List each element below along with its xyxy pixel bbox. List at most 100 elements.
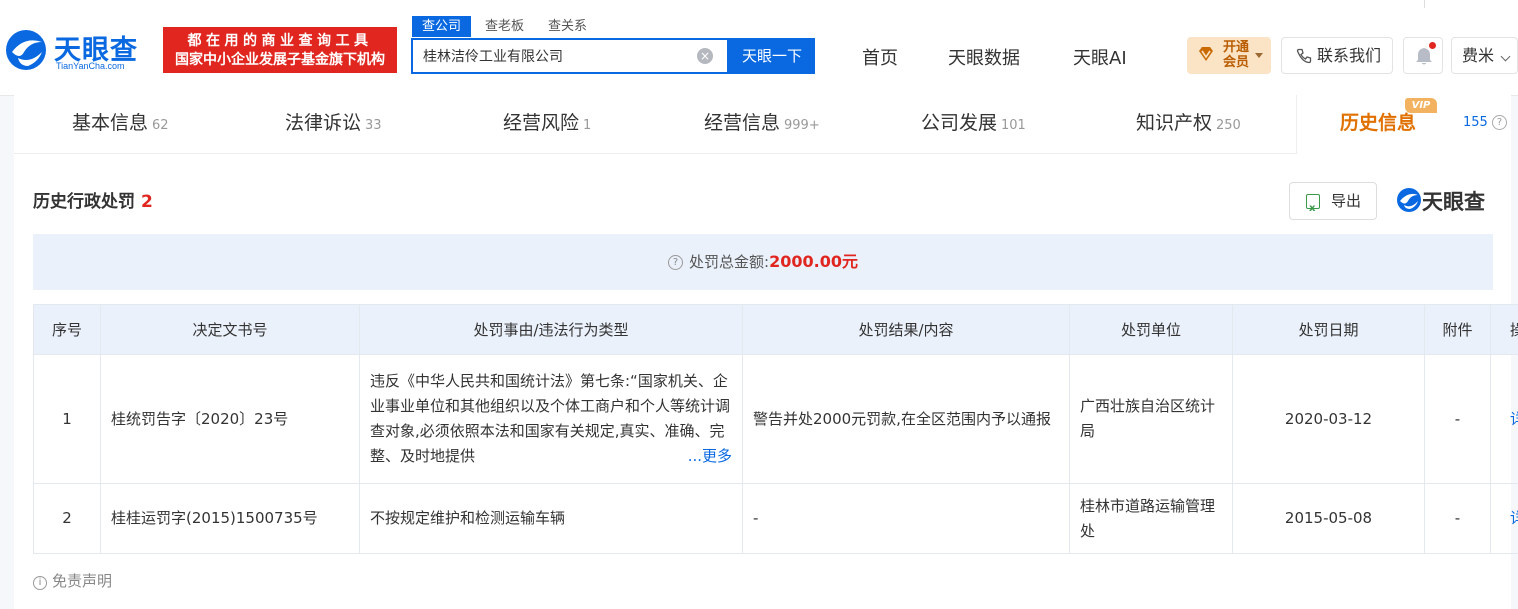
section-title-text: 历史行政处罚 (33, 192, 135, 212)
tab-label: 知识产权 (1136, 112, 1213, 134)
tab-label: 法律诉讼 (285, 112, 362, 134)
row-index: 2 (33, 483, 101, 554)
attachment: - (1424, 483, 1491, 554)
tab-label: 经营风险 (503, 112, 580, 134)
logo-mark-icon (1397, 188, 1421, 212)
column-header: 处罚结果/内容 (742, 304, 1070, 355)
user-menu[interactable]: 费米 (1451, 37, 1518, 74)
column-header: 处罚日期 (1232, 304, 1425, 355)
search-box: × (411, 38, 729, 74)
phone-icon (1296, 48, 1312, 64)
tab-count: 33 (365, 118, 382, 133)
search-button[interactable]: 天眼一下 (729, 38, 815, 74)
penalty-unit: 桂林市道路运输管理处 (1069, 483, 1233, 554)
promo-banner[interactable]: 都在用的商业查询工具 国家中小企业发展子基金旗下机构 (163, 27, 397, 73)
help-icon[interactable]: ? (668, 255, 684, 270)
doc-number: 桂桂运罚字(2015)1500735号 (100, 483, 360, 554)
search-tab-company[interactable]: 查公司 (412, 16, 472, 37)
user-name: 费米 (1462, 46, 1495, 65)
search-input[interactable] (413, 40, 683, 72)
column-header: 操作 (1490, 304, 1518, 355)
penalty-reason: 违反《中华人民共和国统计法》第七条:“国家机关、企业事业单位和其他组织以及个体工… (359, 354, 743, 484)
diamond-icon (1199, 47, 1213, 61)
tab-label: 基本信息 (72, 112, 149, 134)
divider (1424, 0, 1425, 8)
vip-label: 开通会员 (1222, 40, 1249, 70)
help-icon[interactable]: ? (1492, 115, 1507, 130)
detail-link[interactable]: 详情 (1490, 483, 1518, 554)
penalty-date: 2020-03-12 (1232, 354, 1425, 484)
attachment: - (1424, 354, 1491, 484)
contact-label: 联系我们 (1317, 46, 1382, 65)
column-header: 决定文书号 (100, 304, 360, 355)
nav-tianyan-data[interactable]: 天眼数据 (948, 44, 1020, 70)
promo-line-2: 国家中小企业发展子基金旗下机构 (175, 52, 385, 68)
table-row: 1 桂统罚告字〔2020〕23号 违反《中华人民共和国统计法》第七条:“国家机关… (33, 354, 1518, 484)
promo-line-1: 都在用的商业查询工具 (187, 33, 373, 49)
tab-risk[interactable]: 经营风险 1 (503, 95, 591, 153)
export-label: 导出 (1331, 192, 1362, 210)
tab-legal[interactable]: 法律诉讼 33 (285, 95, 382, 153)
company-tabs: 基本信息 62 法律诉讼 33 经营风险 1 经营信息 999+ 公司发展 101 知识产… (14, 95, 1511, 154)
penalty-date: 2015-05-08 (1232, 483, 1425, 554)
info-icon: i (33, 576, 47, 590)
notification-dot (1429, 42, 1436, 49)
tab-ip[interactable]: 知识产权 250 (1136, 95, 1241, 153)
tab-label: 公司发展 (921, 112, 998, 134)
doc-number: 桂统罚告字〔2020〕23号 (100, 354, 360, 484)
clear-icon[interactable]: × (697, 48, 713, 64)
section-count: 2 (141, 192, 153, 212)
nav-tianyan-ai[interactable]: 天眼AI (1073, 44, 1127, 70)
penalty-table: 序号 决定文书号 处罚事由/违法行为类型 处罚结果/内容 处罚单位 处罚日期 附… (33, 304, 1518, 554)
search-tab-relation[interactable]: 查关系 (538, 16, 597, 37)
disclaimer-link[interactable]: i 免责声明 (33, 570, 112, 591)
tab-operation[interactable]: 经营信息 999+ (704, 95, 820, 153)
logo-subtitle: TianYanCha.com (56, 61, 125, 71)
penalty-unit: 广西壮族自治区统计局 (1069, 354, 1233, 484)
tab-count: 1 (583, 118, 592, 133)
vip-button[interactable]: 开通会员 (1187, 37, 1271, 74)
nav-home[interactable]: 首页 (862, 44, 898, 70)
search-tab-boss[interactable]: 查老板 (475, 16, 534, 37)
search-type-tabs: 查公司 查老板 查关系 (412, 16, 597, 38)
top-navigation-bar: 天眼查 TianYanCha.com 都在用的商业查询工具 国家中小企业发展子基… (0, 0, 1518, 96)
detail-link[interactable]: 详情 (1490, 354, 1518, 484)
column-header: 附件 (1424, 304, 1491, 355)
tab-count: 999+ (784, 118, 820, 133)
penalty-result: - (742, 483, 1070, 554)
notification-button[interactable] (1403, 37, 1443, 74)
vip-badge: VIP (1405, 98, 1437, 113)
chevron-down-icon (1500, 51, 1511, 62)
table-header-row: 序号 决定文书号 处罚事由/违法行为类型 处罚结果/内容 处罚单位 处罚日期 附… (33, 304, 1518, 355)
summary-amount: 2000.00元 (769, 252, 858, 271)
table-row: 2 桂桂运罚字(2015)1500735号 不按规定维护和检测运输车辆 - 桂林… (33, 483, 1518, 554)
bell-icon (1416, 48, 1432, 65)
penalty-reason: 不按规定维护和检测运输车辆 (359, 483, 743, 554)
more-link[interactable]: ...更多 (683, 444, 732, 469)
summary-label: 处罚总金额: (689, 253, 770, 271)
reason-text: 违反《中华人民共和国统计法》第七条:“国家机关、企业事业单位和其他组织以及个体工… (370, 372, 731, 465)
tab-label: 经营信息 (704, 112, 781, 134)
tab-count: 101 (1001, 118, 1026, 133)
disclaimer-text: 免责声明 (52, 572, 113, 590)
tab-count: 250 (1216, 118, 1241, 133)
reason-text-clip: 违反《中华人民共和国统计法》第七条:“国家机关、企业事业单位和其他组织以及个体工… (370, 369, 732, 469)
excel-icon (1306, 191, 1320, 227)
penalty-summary: ? 处罚总金额:2000.00元 (33, 234, 1493, 290)
row-index: 1 (33, 354, 101, 484)
tianyancha-logo[interactable]: 天眼查 TianYanCha.com (4, 26, 154, 74)
brand-text: 天眼查 (1422, 190, 1485, 214)
tab-count: 155 (1463, 115, 1488, 130)
section-title: 历史行政处罚 2 (33, 187, 153, 212)
tab-development[interactable]: 公司发展 101 (921, 95, 1026, 153)
tab-history[interactable]: 历史信息 155 ? (1296, 95, 1511, 154)
penalty-result: 警告并处2000元罚款,在全区范围内予以通报 (742, 354, 1070, 484)
tab-count: 62 (152, 118, 169, 133)
contact-button[interactable]: 联系我们 (1281, 37, 1393, 74)
logo-mark-icon (6, 30, 46, 70)
tab-basic-info[interactable]: 基本信息 62 (72, 95, 169, 153)
export-button[interactable]: 导出 (1289, 182, 1377, 227)
column-header: 序号 (33, 304, 101, 355)
caret-down-icon (1255, 53, 1263, 58)
column-header: 处罚事由/违法行为类型 (359, 304, 743, 355)
